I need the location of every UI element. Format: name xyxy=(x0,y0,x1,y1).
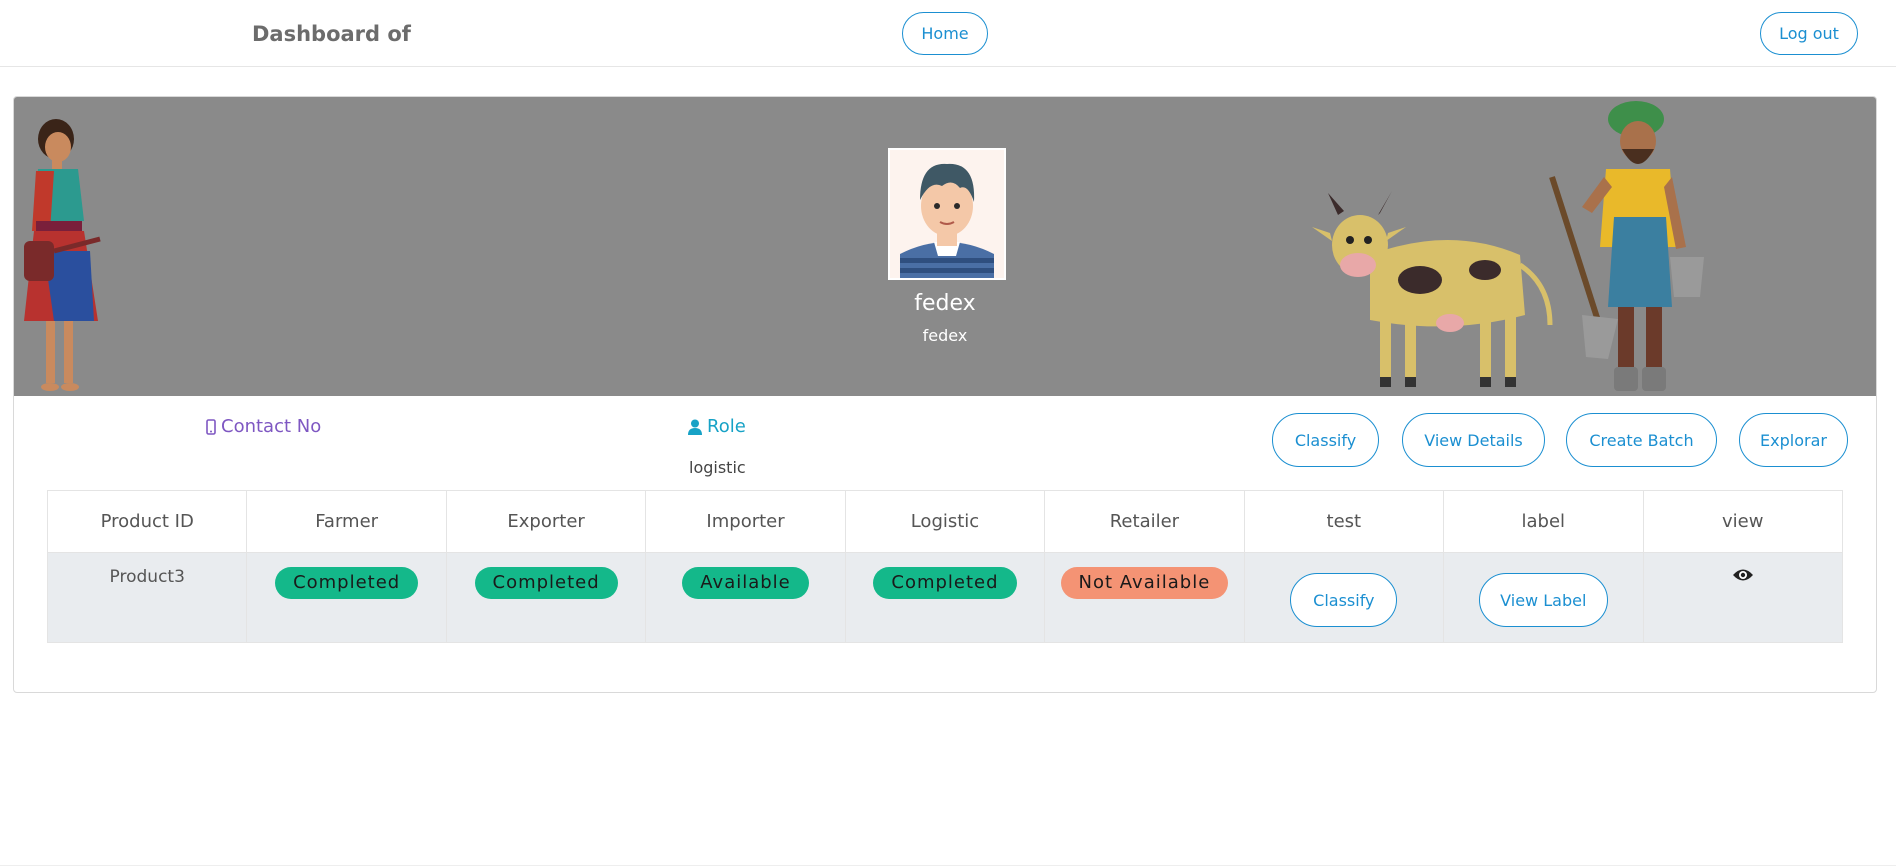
header-logistic: Logistic xyxy=(844,490,1046,553)
table-row: Product3 Completed Completed Available C… xyxy=(46,552,1843,643)
header-retailer: Retailer xyxy=(1044,490,1245,553)
status-badge: Completed xyxy=(275,567,419,599)
home-button[interactable]: Home xyxy=(902,12,988,55)
user-icon xyxy=(688,419,702,435)
header-farmer: Farmer xyxy=(246,490,447,553)
logistic-cell: Completed xyxy=(844,552,1046,643)
product-id-cell: Product3 xyxy=(46,552,248,643)
header-view: view xyxy=(1642,490,1843,553)
contact-label-text: Contact No xyxy=(221,416,322,437)
view-label-button[interactable]: View Label xyxy=(1478,573,1608,627)
user-avatar-icon xyxy=(890,150,1004,278)
status-badge: Completed xyxy=(474,567,618,599)
profile-name: fedex xyxy=(914,291,976,316)
header-test: test xyxy=(1243,490,1445,553)
logout-button[interactable]: Log out xyxy=(1760,12,1858,55)
dashboard-title: Dashboard of xyxy=(252,22,411,46)
create-batch-button[interactable]: Create Batch xyxy=(1566,413,1717,467)
retailer-cell: Not Available xyxy=(1044,552,1245,643)
farmer-woman-illustration xyxy=(24,119,101,391)
view-cell xyxy=(1642,552,1843,643)
status-badge: Available xyxy=(682,567,809,599)
profile-subtitle: fedex xyxy=(922,326,968,345)
header-exporter: Exporter xyxy=(445,490,647,553)
farmer-man-illustration xyxy=(1549,101,1704,391)
top-navbar: Dashboard of Home Log out xyxy=(0,0,1896,67)
header-importer: Importer xyxy=(645,490,846,553)
status-badge: Completed xyxy=(873,567,1017,599)
explorar-button[interactable]: Explorar xyxy=(1739,413,1848,467)
product-status-table: Product ID Farmer Exporter Importer Logi… xyxy=(46,490,1843,643)
header-label: label xyxy=(1443,490,1644,553)
role-value: logistic xyxy=(689,458,746,477)
profile-banner: fedex fedex xyxy=(14,97,1876,396)
avatar xyxy=(888,148,1006,280)
mobile-phone-icon xyxy=(206,418,216,435)
eye-icon[interactable] xyxy=(1732,568,1754,582)
contact-number-label: Contact No xyxy=(206,416,321,437)
classify-button[interactable]: Classify xyxy=(1272,413,1379,467)
status-badge: Not Available xyxy=(1060,567,1229,599)
row-classify-button[interactable]: Classify xyxy=(1290,573,1398,627)
farmer-cell: Completed xyxy=(246,552,447,643)
role-label: Role xyxy=(688,416,746,437)
label-cell: View Label xyxy=(1443,552,1644,643)
test-cell: Classify xyxy=(1243,552,1445,643)
header-product-id: Product ID xyxy=(46,490,248,553)
role-label-text: Role xyxy=(707,416,746,437)
importer-cell: Available xyxy=(645,552,846,643)
exporter-cell: Completed xyxy=(445,552,647,643)
profile-card: fedex fedex Contact No Role logistic Cla… xyxy=(13,96,1877,693)
table-header-row: Product ID Farmer Exporter Importer Logi… xyxy=(46,490,1843,553)
footer-divider xyxy=(0,865,1896,866)
view-details-button[interactable]: View Details xyxy=(1402,413,1545,467)
